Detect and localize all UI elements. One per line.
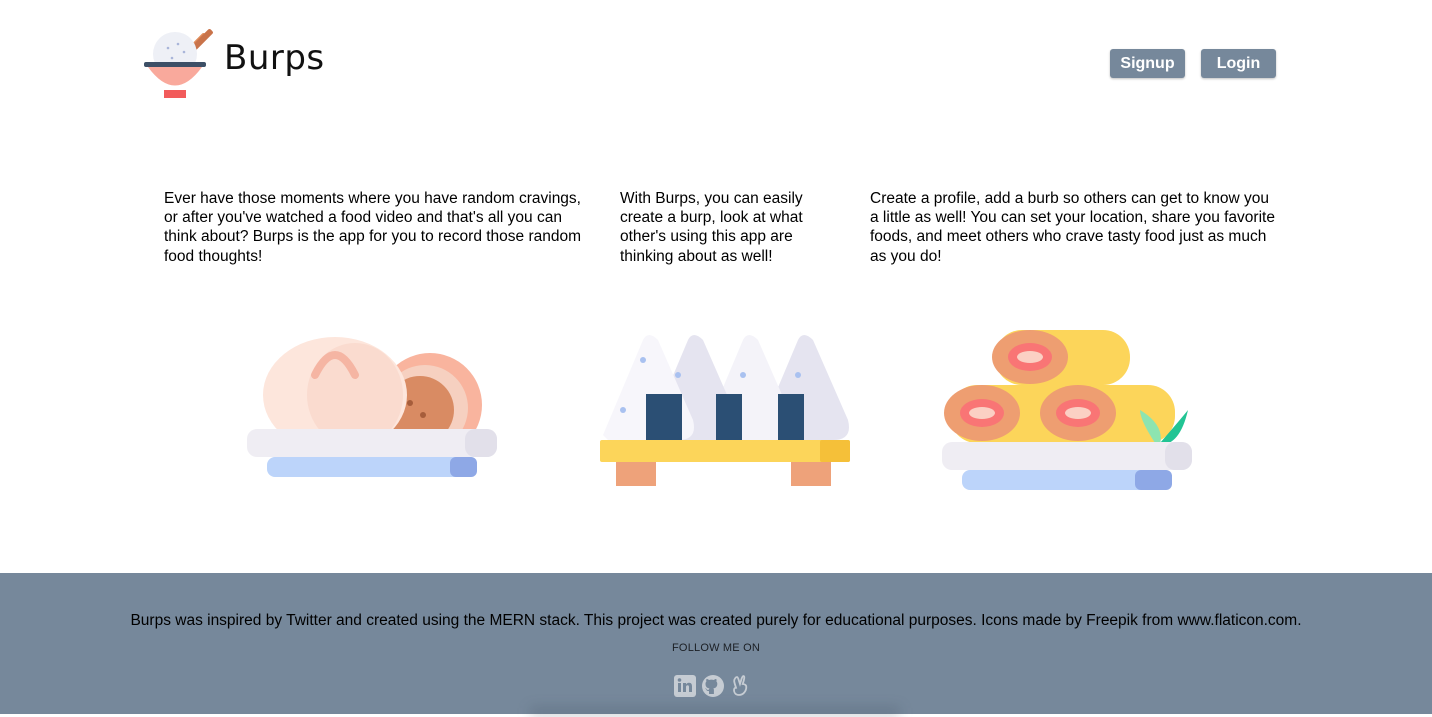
intro-text-profile: Create a profile, add a burb so others c…: [870, 190, 1275, 265]
github-icon[interactable]: [701, 674, 725, 698]
footer: Burps was inspired by Twitter and create…: [0, 573, 1432, 717]
intro-text-cravings: Ever have those moments where you have r…: [164, 190, 582, 265]
footer-credit: Burps was inspired by Twitter and create…: [130, 612, 1302, 629]
egg-roll-plate-icon: [942, 330, 1192, 490]
signup-button[interactable]: Signup: [1110, 49, 1185, 78]
follow-label: FOLLOW ME ON: [672, 642, 760, 654]
intro-text-create-burp: With Burps, you can easily create a burp…: [620, 190, 803, 265]
login-button[interactable]: Login: [1201, 49, 1276, 78]
angellist-icon[interactable]: [729, 674, 753, 698]
brand-name[interactable]: Burps: [224, 38, 325, 78]
social-links: [673, 674, 753, 700]
linkedin-icon[interactable]: [673, 674, 697, 698]
footer-shadow: [530, 707, 900, 717]
onigiri-board-icon: [600, 335, 850, 486]
bao-plate-icon: [247, 337, 497, 477]
rice-bowl-chopsticks-icon[interactable]: [140, 18, 226, 104]
header: Burps Signup Login: [0, 0, 1432, 120]
